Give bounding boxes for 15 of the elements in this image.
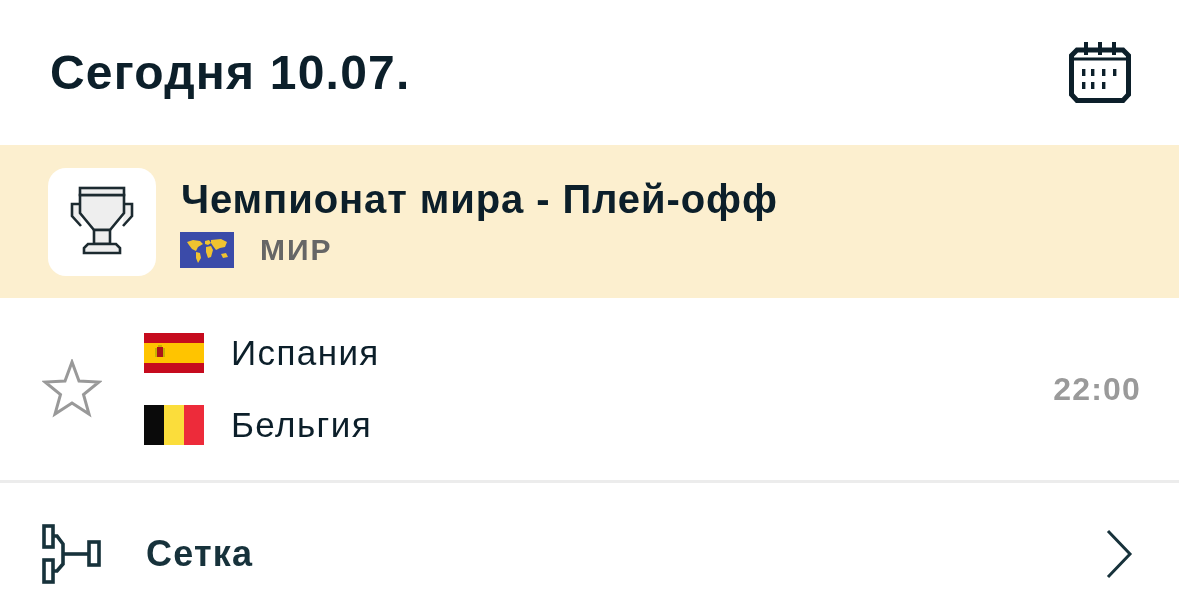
match-time: 22:00 <box>1053 370 1141 408</box>
world-map-flag-icon <box>180 231 234 268</box>
trophy-icon <box>48 167 156 276</box>
calendar-icon[interactable] <box>1069 42 1131 103</box>
belgium-flag-icon <box>144 405 204 445</box>
league-title[interactable]: Чемпионат мира - Плей-офф <box>181 175 778 222</box>
league-region: МИР <box>260 231 333 268</box>
team-name: Испания <box>231 333 380 373</box>
spain-flag-icon <box>144 333 204 373</box>
date-title: Сегодня 10.07. <box>50 44 411 101</box>
bracket-link[interactable]: Сетка <box>146 532 254 575</box>
team-name: Бельгия <box>231 405 372 445</box>
chevron-right-icon[interactable] <box>1105 528 1133 579</box>
bracket-icon <box>42 523 102 584</box>
favorite-star-icon[interactable] <box>42 359 102 419</box>
